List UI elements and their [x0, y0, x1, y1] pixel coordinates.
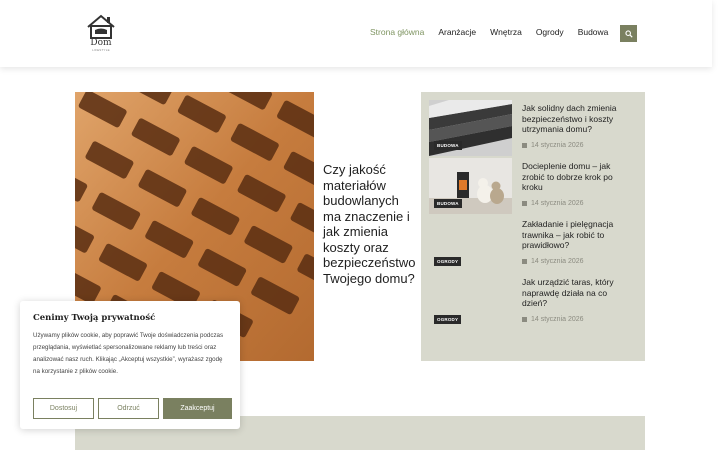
main-nav: Strona główna Aranżacje Wnętrza Ogrody B…: [370, 27, 608, 37]
logo-tagline: LIFESTYLE: [92, 48, 110, 52]
search-icon: [624, 29, 633, 38]
cookie-consent-dialog: Cenimy Twoją prywatność Używamy plików c…: [20, 301, 240, 429]
article-card[interactable]: OGRODY Jak urządzić taras, który naprawd…: [429, 274, 639, 330]
article-title[interactable]: Docieplenie domu – jak zrobić to dobrze …: [522, 161, 632, 193]
article-date: 14 stycznia 2026: [522, 200, 584, 207]
calendar-icon: [522, 143, 527, 148]
category-badge[interactable]: BUDOWA: [434, 141, 462, 150]
article-card[interactable]: BUDOWA Docieplenie domu – jak zrobić to …: [429, 158, 639, 214]
article-date-text: 14 stycznia 2026: [531, 200, 584, 207]
nav-item-ogrody[interactable]: Ogrody: [536, 27, 564, 37]
article-date-text: 14 stycznia 2026: [531, 316, 584, 323]
search-button[interactable]: [620, 25, 637, 42]
latest-articles-panel: BUDOWA Jak solidny dach zmienia bezpiecz…: [421, 92, 645, 361]
nav-item-budowa[interactable]: Budowa: [578, 27, 609, 37]
customize-button[interactable]: Dostosuj: [33, 398, 94, 419]
cookie-text: Używamy plików cookie, aby poprawić Twoj…: [33, 332, 224, 375]
house-logo-icon: [87, 14, 115, 39]
category-badge[interactable]: OGRODY: [434, 315, 462, 324]
article-date: 14 stycznia 2026: [522, 142, 584, 149]
article-title[interactable]: Jak urządzić taras, który naprawdę dział…: [522, 277, 632, 309]
article-date-text: 14 stycznia 2026: [531, 142, 584, 149]
article-thumbnail[interactable]: BUDOWA: [429, 158, 512, 214]
article-card[interactable]: OGRODY Zakładanie i pielęgnacja trawnika…: [429, 216, 639, 272]
article-thumbnail[interactable]: BUDOWA: [429, 100, 512, 156]
article-date-text: 14 stycznia 2026: [531, 258, 584, 265]
logo-text: Dom: [90, 38, 112, 48]
accept-button[interactable]: Zaakceptuj: [163, 398, 232, 419]
calendar-icon: [522, 317, 527, 322]
article-card[interactable]: BUDOWA Jak solidny dach zmienia bezpiecz…: [429, 100, 639, 156]
site-header: Dom LIFESTYLE Strona główna Aranżacje Wn…: [0, 0, 712, 67]
cookie-buttons: Dostosuj Odrzuć Zaakceptuj: [33, 398, 232, 419]
cookie-title: Cenimy Twoją prywatność: [33, 313, 156, 323]
category-badge[interactable]: OGRODY: [434, 257, 462, 266]
article-date: 14 stycznia 2026: [522, 316, 584, 323]
category-badge[interactable]: BUDOWA: [434, 199, 462, 208]
nav-item-home[interactable]: Strona główna: [370, 27, 424, 37]
article-date: 14 stycznia 2026: [522, 258, 584, 265]
reject-button[interactable]: Odrzuć: [98, 398, 159, 419]
page: Dom LIFESTYLE Strona główna Aranżacje Wn…: [0, 0, 720, 450]
site-logo[interactable]: Dom LIFESTYLE: [85, 14, 117, 54]
article-thumbnail[interactable]: OGRODY: [429, 216, 512, 272]
calendar-icon: [522, 201, 527, 206]
article-thumbnail[interactable]: OGRODY: [429, 274, 512, 330]
nav-item-wnetrza[interactable]: Wnętrza: [490, 27, 522, 37]
nav-item-aranzacje[interactable]: Aranżacje: [438, 27, 476, 37]
article-title[interactable]: Zakładanie i pielęgnacja trawnika – jak …: [522, 219, 632, 251]
article-title[interactable]: Jak solidny dach zmienia bezpieczeństwo …: [522, 103, 632, 135]
hero-article-title[interactable]: Czy jakość materiałów budowlanych ma zna…: [323, 162, 418, 286]
calendar-icon: [522, 259, 527, 264]
